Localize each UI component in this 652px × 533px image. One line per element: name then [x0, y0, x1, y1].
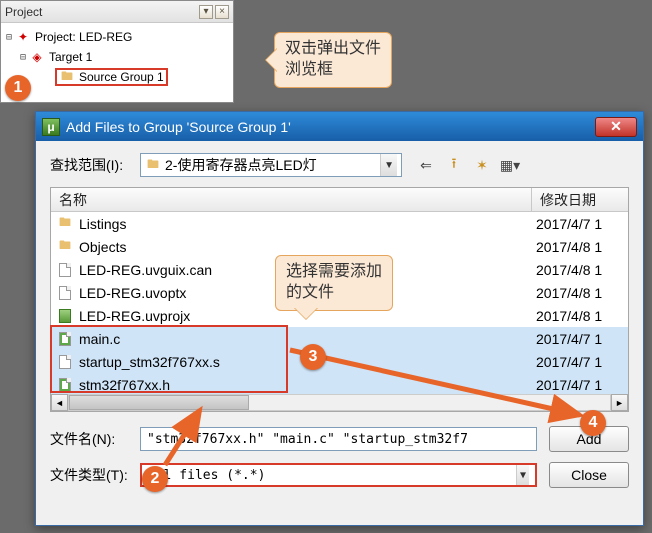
- up-folder-icon[interactable]: ⭱: [444, 156, 464, 174]
- c-file-icon: [57, 377, 73, 393]
- project-panel-title: Project ▾ ×: [1, 1, 233, 23]
- project-panel-controls: ▾ ×: [199, 5, 229, 19]
- c-file-icon: [57, 331, 73, 347]
- uvision-icon: μ: [42, 118, 60, 136]
- expander-icon[interactable]: ⊟: [17, 52, 29, 63]
- panel-dropdown-icon[interactable]: ▾: [199, 5, 213, 19]
- file-row[interactable]: main.c 2017/4/7 1: [51, 327, 628, 350]
- tree-target-label: Target 1: [49, 50, 92, 64]
- tree-root[interactable]: ⊟ ✦ Project: LED-REG: [3, 27, 231, 47]
- target-icon: ◈: [29, 49, 45, 65]
- new-folder-icon[interactable]: ✶: [472, 156, 492, 174]
- tree-target[interactable]: ⊟ ◈ Target 1: [3, 47, 231, 67]
- filename-label: 文件名(N):: [50, 429, 140, 449]
- annotation-badge-3: 3: [300, 344, 326, 370]
- close-button[interactable]: Close: [549, 462, 629, 488]
- tree-root-label: Project: LED-REG: [35, 30, 132, 44]
- file-date: 2017/4/7 1: [532, 216, 628, 232]
- file-name: LED-REG.uvguix.can: [79, 262, 212, 278]
- document-icon: [57, 354, 73, 370]
- file-row[interactable]: 🖿 Listings 2017/4/7 1: [51, 212, 628, 235]
- callout-line: 选择需要添加: [286, 262, 382, 283]
- folder-icon: 🖿: [57, 216, 73, 232]
- project-file-icon: [57, 308, 73, 324]
- filetype-select[interactable]: All files (*.*) ▼: [140, 463, 537, 487]
- tree-source-group[interactable]: 🖿 Source Group 1: [3, 67, 231, 87]
- tree-group-label: Source Group 1: [79, 70, 164, 84]
- dialog-body: 查找范围(I): 🖿 2-使用寄存器点亮LED灯 ▼ ⇐ ⭱ ✶ ▦▾ 名称 修…: [36, 141, 643, 508]
- scroll-right-icon[interactable]: ►: [611, 394, 628, 411]
- folder-icon: 🖿: [59, 69, 75, 85]
- file-date: 2017/4/8 1: [532, 285, 628, 301]
- file-row[interactable]: startup_stm32f767xx.s 2017/4/7 1: [51, 350, 628, 373]
- header-name[interactable]: 名称: [51, 188, 532, 211]
- file-date: 2017/4/7 1: [532, 377, 628, 393]
- file-name-cell: 🖿 Objects: [51, 239, 532, 255]
- file-name: main.c: [79, 331, 120, 347]
- filetype-label: 文件类型(T):: [50, 465, 140, 485]
- file-date: 2017/4/8 1: [532, 262, 628, 278]
- annotation-badge-1: 1: [5, 75, 31, 101]
- lookin-select[interactable]: 🖿 2-使用寄存器点亮LED灯 ▼: [140, 153, 402, 177]
- filetype-row: 文件类型(T): All files (*.*) ▼ Close: [50, 462, 629, 488]
- file-name: startup_stm32f767xx.s: [79, 354, 220, 370]
- scroll-left-icon[interactable]: ◄: [51, 394, 68, 411]
- annotation-badge-4: 4: [580, 410, 606, 436]
- document-icon: [57, 262, 73, 278]
- project-icon: ✦: [15, 29, 31, 45]
- scrollbar[interactable]: ◄ ►: [51, 394, 628, 411]
- lookin-value: 2-使用寄存器点亮LED灯: [165, 155, 317, 175]
- file-name: LED-REG.uvoptx: [79, 285, 186, 301]
- back-icon[interactable]: ⇐: [416, 156, 436, 174]
- callout-line: 双击弹出文件: [285, 39, 381, 60]
- callout-line: 浏览框: [285, 60, 381, 81]
- dialog-titlebar[interactable]: μ Add Files to Group 'Source Group 1' ✕: [36, 111, 643, 141]
- lookin-row: 查找范围(I): 🖿 2-使用寄存器点亮LED灯 ▼ ⇐ ⭱ ✶ ▦▾: [50, 153, 629, 177]
- nav-icons: ⇐ ⭱ ✶ ▦▾: [416, 156, 520, 174]
- expander-icon[interactable]: ⊟: [3, 32, 15, 43]
- file-date: 2017/4/7 1: [532, 331, 628, 347]
- filename-row: 文件名(N): "stm32f767xx.h" "main.c" "startu…: [50, 426, 629, 452]
- folder-icon: 🖿: [145, 157, 161, 173]
- dialog-close-button[interactable]: ✕: [595, 117, 637, 137]
- file-name: Objects: [79, 239, 126, 255]
- callout-line: 的文件: [286, 283, 382, 304]
- filename-input[interactable]: "stm32f767xx.h" "main.c" "startup_stm32f…: [140, 427, 537, 451]
- filename-value: "stm32f767xx.h" "main.c" "startup_stm32f…: [147, 432, 468, 447]
- panel-close-icon[interactable]: ×: [215, 5, 229, 19]
- folder-icon: 🖿: [57, 239, 73, 255]
- add-files-dialog: μ Add Files to Group 'Source Group 1' ✕ …: [35, 111, 644, 526]
- file-name: Listings: [79, 216, 126, 232]
- file-date: 2017/4/7 1: [532, 354, 628, 370]
- file-name: LED-REG.uvprojx: [79, 308, 190, 324]
- header-date[interactable]: 修改日期: [532, 188, 628, 211]
- file-date: 2017/4/8 1: [532, 239, 628, 255]
- file-date: 2017/4/8 1: [532, 308, 628, 324]
- project-title-text: Project: [5, 5, 42, 19]
- file-name-cell: startup_stm32f767xx.s: [51, 354, 532, 370]
- project-panel: Project ▾ × ⊟ ✦ Project: LED-REG ⊟ ◈ Tar…: [0, 0, 234, 103]
- lookin-label: 查找范围(I):: [50, 155, 140, 175]
- scroll-track[interactable]: [68, 394, 611, 411]
- views-icon[interactable]: ▦▾: [500, 156, 520, 174]
- file-name-cell: main.c: [51, 331, 532, 347]
- chevron-down-icon[interactable]: ▼: [516, 465, 529, 485]
- callout-double-click: 双击弹出文件 浏览框: [274, 32, 392, 88]
- annotation-badge-2: 2: [142, 466, 168, 492]
- file-list-header: 名称 修改日期: [51, 188, 628, 212]
- dialog-title: Add Files to Group 'Source Group 1': [66, 119, 291, 135]
- file-name: stm32f767xx.h: [79, 377, 170, 393]
- chevron-down-icon[interactable]: ▼: [380, 154, 397, 176]
- scroll-thumb[interactable]: [69, 395, 249, 410]
- project-tree: ⊟ ✦ Project: LED-REG ⊟ ◈ Target 1 🖿 Sour…: [1, 23, 233, 91]
- file-name-cell: 🖿 Listings: [51, 216, 532, 232]
- callout-select-files: 选择需要添加 的文件: [275, 255, 393, 311]
- file-name-cell: stm32f767xx.h: [51, 377, 532, 393]
- source-group-highlight: 🖿 Source Group 1: [55, 68, 168, 86]
- document-icon: [57, 285, 73, 301]
- file-row[interactable]: stm32f767xx.h 2017/4/7 1: [51, 373, 628, 394]
